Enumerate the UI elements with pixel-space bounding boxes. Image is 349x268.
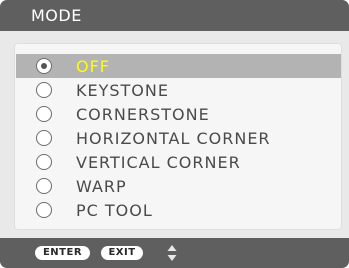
option-keystone[interactable]: KEYSTONE — [16, 78, 341, 102]
mode-menu-window: MODE OFF KEYSTONE CORNERSTONE HORIZONTAL… — [0, 0, 349, 268]
option-vertical-corner[interactable]: VERTICAL CORNER — [16, 150, 341, 174]
option-label: VERTICAL CORNER — [76, 153, 241, 172]
option-pc-tool[interactable]: PC TOOL — [16, 198, 341, 222]
title-bar: MODE — [0, 0, 349, 31]
radio-empty-icon — [36, 154, 52, 170]
option-label: WARP — [76, 177, 127, 196]
option-label: CORNERSTONE — [76, 105, 210, 124]
radio-selected-icon — [36, 58, 52, 74]
radio-empty-icon — [36, 82, 52, 98]
radio-empty-icon — [36, 130, 52, 146]
option-horizontal-corner[interactable]: HORIZONTAL CORNER — [16, 126, 341, 150]
radio-empty-icon — [36, 202, 52, 218]
radio-empty-icon — [36, 106, 52, 122]
option-off[interactable]: OFF — [16, 54, 341, 78]
option-label: OFF — [76, 57, 110, 76]
up-down-arrows-icon — [166, 244, 178, 262]
radio-dot — [40, 62, 47, 69]
menu-title: MODE — [31, 6, 82, 25]
option-label: PC TOOL — [76, 201, 153, 220]
option-cornerstone[interactable]: CORNERSTONE — [16, 102, 341, 126]
radio-empty-icon — [36, 178, 52, 194]
option-label: HORIZONTAL CORNER — [76, 129, 271, 148]
enter-button[interactable]: ENTER — [35, 246, 90, 260]
exit-button[interactable]: EXIT — [101, 246, 143, 260]
option-warp[interactable]: WARP — [16, 174, 341, 198]
option-label: KEYSTONE — [76, 81, 169, 100]
footer-bar: ENTER EXIT — [0, 238, 349, 268]
